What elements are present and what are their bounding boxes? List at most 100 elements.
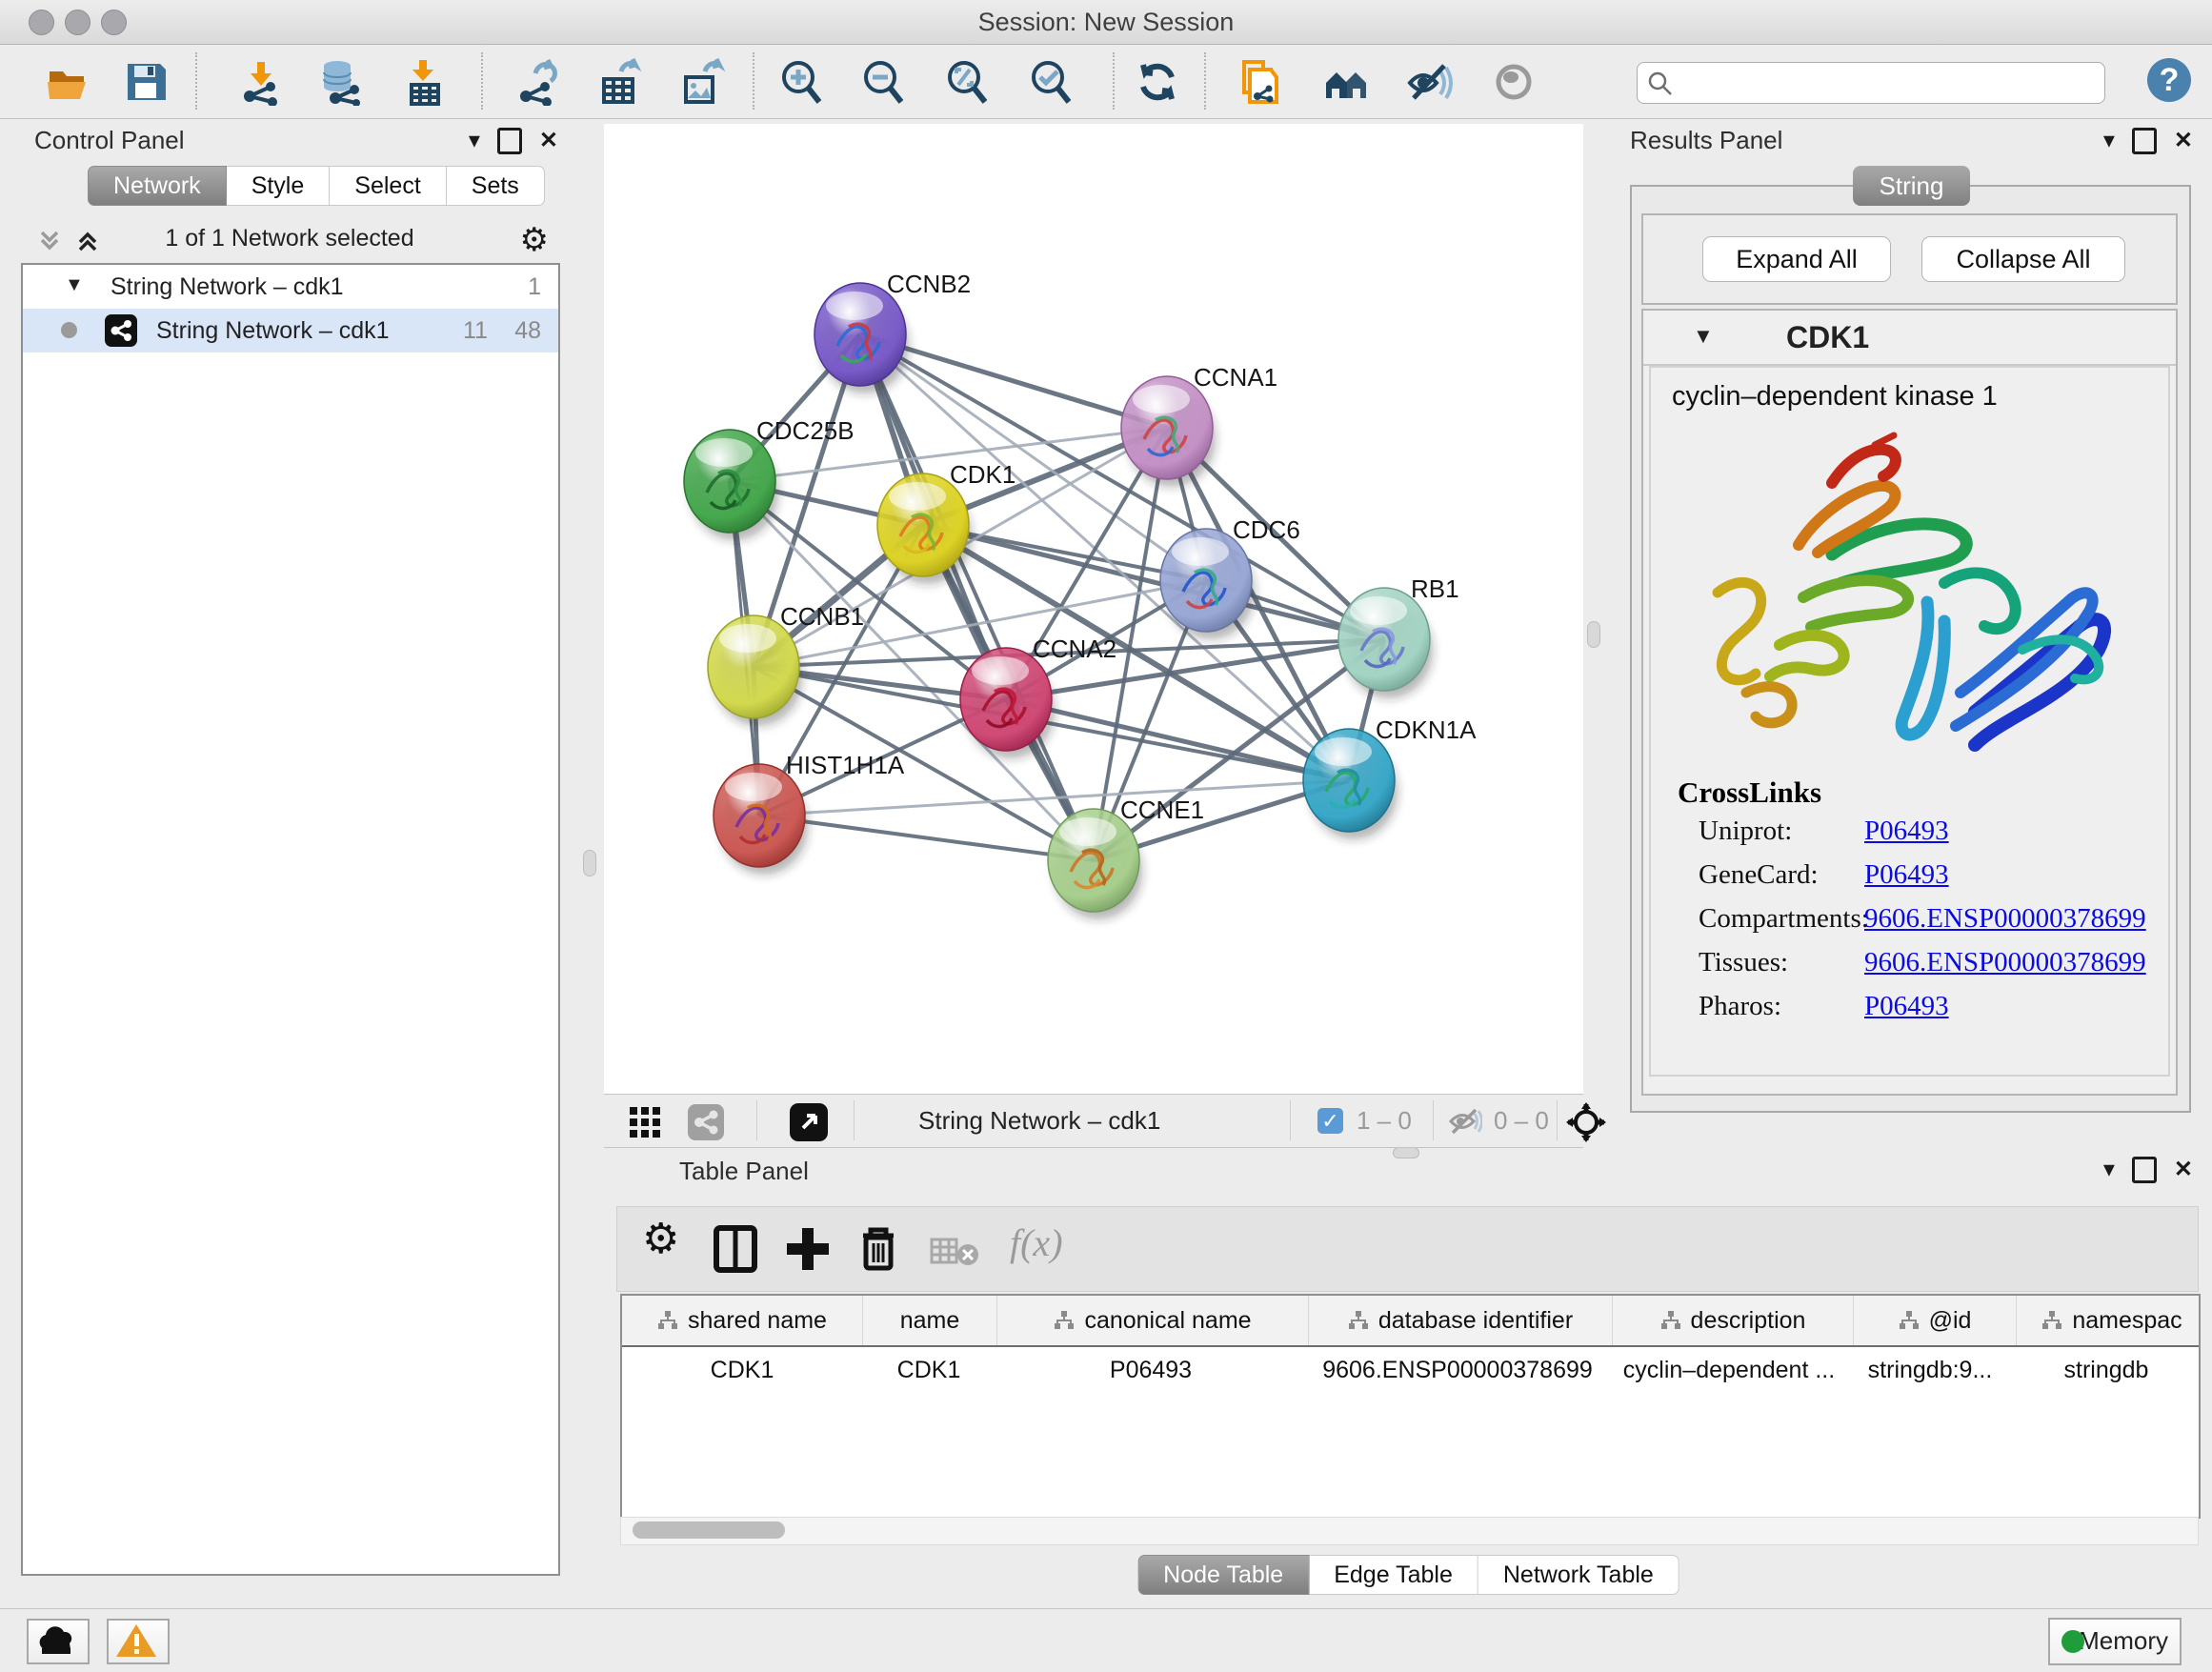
network-node-ccna1[interactable]: CCNA1 [1121, 363, 1277, 487]
help-button[interactable]: ? [2147, 58, 2191, 102]
network-node-cdc25b[interactable]: CDC25B [684, 416, 855, 540]
network-edge[interactable] [860, 334, 1094, 860]
table-cell[interactable]: stringdb:9... [1849, 1347, 2011, 1395]
network-overview-icon[interactable] [1322, 58, 1370, 106]
network-node-ccnb2[interactable]: CCNB2 [814, 270, 971, 393]
toolbar-separator [1204, 52, 1206, 110]
memory-button[interactable]: Memory [2048, 1618, 2182, 1665]
control-panel: Control Panel ▾ ✕ NetworkStyleSelectSets… [13, 124, 566, 1580]
cloud-button[interactable] [27, 1619, 90, 1664]
panel-collapse-icon[interactable]: ▾ [2103, 130, 2115, 152]
column-header-canonical-name[interactable]: canonical name [997, 1296, 1309, 1345]
column-header-namespac[interactable]: namespac [2017, 1296, 2201, 1345]
function-builder-icon[interactable]: f(x) [1010, 1220, 1063, 1265]
panel-close-icon[interactable]: ✕ [2174, 1158, 2193, 1181]
add-column-icon[interactable] [785, 1224, 831, 1274]
zoom-in-icon[interactable] [777, 58, 825, 106]
tab-string[interactable]: String [1853, 166, 1971, 206]
tab-sets[interactable]: Sets [447, 166, 545, 206]
tree-expand-icon[interactable]: ▼ [65, 274, 84, 296]
network-share-view-icon[interactable] [688, 1104, 724, 1140]
tab-network-table[interactable]: Network Table [1478, 1555, 1679, 1595]
table-panel: Table Panel ▾ ✕ ⚙ f(x) shared namenameca… [616, 1157, 2201, 1608]
network-edge[interactable] [759, 816, 1094, 860]
horizontal-scrollbar[interactable] [620, 1517, 2199, 1545]
network-node-rb1[interactable]: RB1 [1338, 574, 1459, 698]
search-input[interactable] [1637, 62, 2105, 104]
column-header-shared-name[interactable]: shared name [622, 1296, 863, 1345]
import-network-file-icon[interactable] [236, 58, 284, 106]
gene-details: cyclin–dependent kinase 1 [1649, 366, 2170, 1077]
open-session-icon[interactable] [44, 58, 91, 106]
import-table-file-icon[interactable] [400, 58, 448, 106]
left-splitter-handle[interactable] [583, 850, 596, 876]
network-canvas[interactable]: CCNB2CCNA1CDC25BCDK1CDC6RB1CCNB1CCNA2CDK… [604, 124, 1583, 1094]
save-session-icon[interactable] [122, 58, 170, 106]
panel-float-icon[interactable] [2132, 128, 2157, 154]
refresh-view-icon[interactable] [1134, 58, 1181, 106]
network-node-cdkn1a[interactable]: CDKN1A [1303, 715, 1477, 839]
control-panel-title: Control Panel [34, 126, 185, 155]
import-network-database-icon[interactable] [316, 58, 364, 106]
column-header-description[interactable]: description [1613, 1296, 1854, 1345]
show-hide-graphics-icon[interactable] [1406, 58, 1454, 106]
delete-column-icon[interactable] [857, 1224, 899, 1274]
column-header-database-identifier[interactable]: database identifier [1309, 1296, 1613, 1345]
table-row[interactable]: CDK1CDK1P064939606.ENSP00000378699cyclin… [622, 1347, 2199, 1395]
panel-close-icon[interactable]: ✕ [539, 130, 558, 152]
column-header-@id[interactable]: @id [1854, 1296, 2017, 1345]
table-cell[interactable]: cyclin–dependent ... [1609, 1347, 1849, 1395]
export-table-icon[interactable] [596, 58, 644, 106]
expand-all-button[interactable]: Expand All [1702, 236, 1891, 282]
network-node-label: CCNB2 [887, 270, 971, 298]
crosslink-link[interactable]: P06493 [1864, 859, 1949, 891]
warnings-button[interactable] [107, 1619, 170, 1664]
right-splitter-handle[interactable] [1587, 621, 1600, 648]
fit-crosshair-icon[interactable] [1566, 1102, 1606, 1142]
export-network-icon[interactable] [514, 58, 562, 106]
panel-float-icon[interactable] [497, 128, 522, 154]
panel-close-icon[interactable]: ✕ [2174, 130, 2193, 152]
network-node-label: CCNA2 [1033, 635, 1116, 663]
tab-style[interactable]: Style [227, 166, 331, 206]
table-cell[interactable]: P06493 [995, 1347, 1306, 1395]
crosslink-link[interactable]: P06493 [1864, 816, 1949, 847]
delete-table-icon[interactable] [930, 1236, 979, 1268]
table-cell[interactable]: CDK1 [862, 1347, 995, 1395]
column-header-name[interactable]: name [863, 1296, 997, 1345]
tab-node-table[interactable]: Node Table [1137, 1555, 1309, 1595]
crosslink-link[interactable]: 9606.ENSP00000378699 [1864, 903, 2146, 935]
column-header-label: description [1691, 1307, 1806, 1335]
tab-edge-table[interactable]: Edge Table [1309, 1555, 1478, 1595]
birds-eye-view-icon[interactable] [790, 1103, 828, 1141]
network-options-gear-icon[interactable]: ⚙ [520, 221, 549, 259]
crosslink-link[interactable]: P06493 [1864, 991, 1949, 1022]
toolbar-divider [756, 1100, 757, 1140]
table-cell[interactable]: 9606.ENSP00000378699 [1306, 1347, 1609, 1395]
zoom-selected-icon[interactable] [1027, 58, 1075, 106]
scrollbar-thumb[interactable] [633, 1521, 785, 1539]
hidden-eye-icon[interactable] [1448, 1106, 1482, 1137]
panel-float-icon[interactable] [2132, 1157, 2157, 1183]
grid-view-icon[interactable] [629, 1106, 661, 1138]
panel-collapse-icon[interactable]: ▾ [2103, 1158, 2115, 1181]
show-columns-icon[interactable] [713, 1224, 758, 1274]
table-cell[interactable]: CDK1 [622, 1347, 862, 1395]
eye-disabled-icon[interactable] [1490, 58, 1538, 106]
collapse-all-button[interactable]: Collapse All [1921, 236, 2125, 282]
table-tabs: Node TableEdge TableNetwork Table [1137, 1555, 1679, 1595]
crosslink-link[interactable]: 9606.ENSP00000378699 [1864, 947, 2146, 978]
tab-select[interactable]: Select [330, 166, 446, 206]
clone-network-icon[interactable] [1237, 58, 1284, 106]
network-row[interactable]: String Network – cdk1 11 48 [23, 309, 558, 353]
zoom-fit-icon[interactable] [943, 58, 991, 106]
table-settings-gear-icon[interactable]: ⚙ [642, 1215, 679, 1263]
gene-collapse-icon[interactable]: ▼ [1693, 324, 1714, 349]
export-image-icon[interactable] [678, 58, 726, 106]
panel-collapse-icon[interactable]: ▾ [469, 130, 480, 152]
selected-checkbox-icon[interactable]: ✓ [1317, 1108, 1343, 1134]
zoom-out-icon[interactable] [859, 58, 907, 106]
tab-network[interactable]: Network [88, 166, 227, 206]
network-collection-row[interactable]: ▼ String Network – cdk1 1 [23, 265, 558, 309]
table-cell[interactable]: stringdb [2011, 1347, 2201, 1395]
